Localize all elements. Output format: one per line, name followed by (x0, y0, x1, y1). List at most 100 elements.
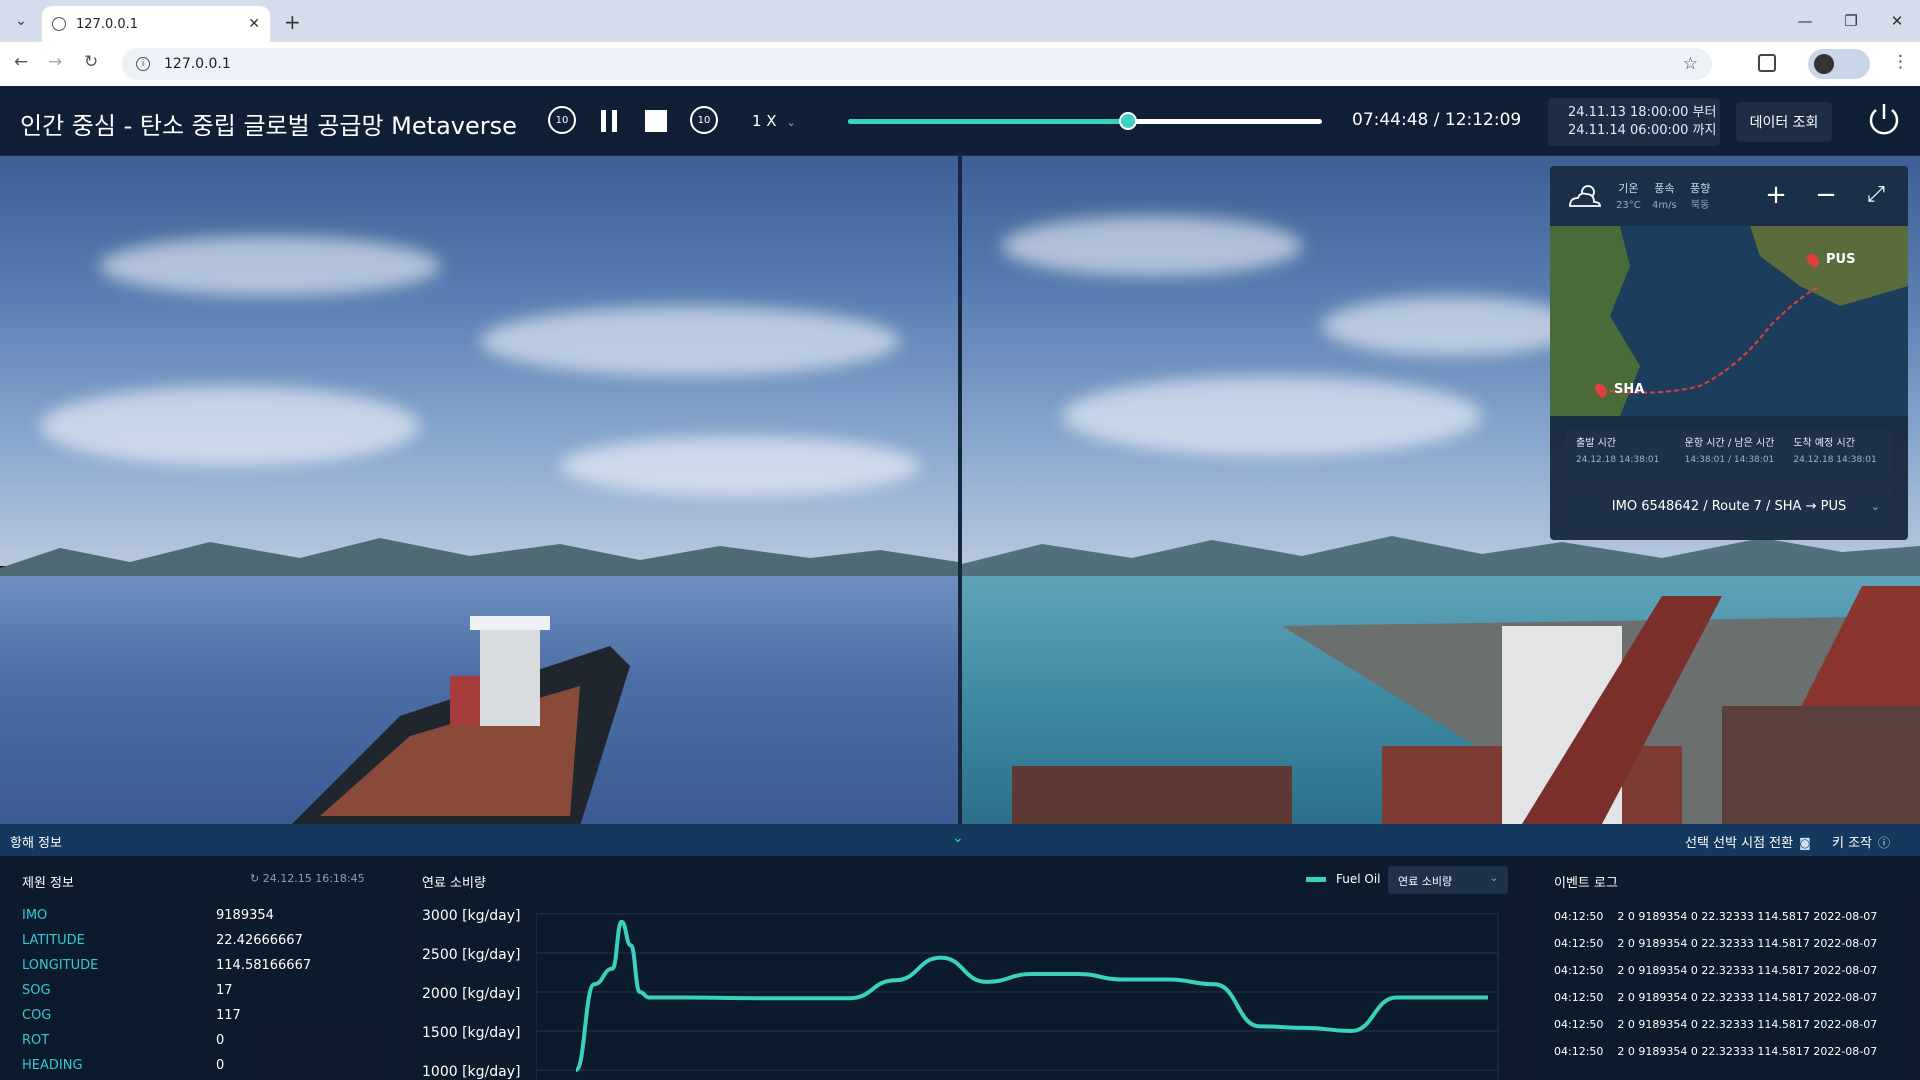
avatar (1814, 54, 1834, 74)
speed-value: 1 X (752, 112, 777, 130)
minimize-button[interactable]: — (1782, 0, 1828, 42)
port-pin-sha[interactable]: SHA (1592, 381, 1644, 398)
legend-swatch (1306, 877, 1326, 882)
close-window-button[interactable]: ✕ (1874, 0, 1920, 42)
collapse-chevron-icon[interactable]: ⌄ (952, 830, 964, 846)
spec-key: LATITUDE (22, 933, 85, 948)
event-text: 2 0 9189354 0 22.32333 114.5817 2022-08-… (1617, 964, 1878, 977)
route-select[interactable]: IMO 6548642 / Route 7 / SHA → PUS ⌄ (1566, 488, 1892, 524)
event-log-row[interactable]: 04:12:50 2 0 9189354 0 22.32333 114.5817 … (1554, 937, 1877, 950)
y-tick-label: 2000 [kg/day] (422, 986, 521, 1002)
weather-temp: 기온 23°C (1616, 182, 1641, 211)
rewind-label: 10 (555, 114, 569, 126)
date-range[interactable]: 24.11.13 18:00:00 부터 24.11.14 06:00:00 까… (1548, 98, 1720, 146)
event-log-row[interactable]: 04:12:50 2 0 9189354 0 22.32333 114.5817 … (1554, 991, 1877, 1004)
forward-button[interactable]: → (48, 52, 62, 72)
switch-view-button[interactable]: 선택 선박 시점 전환 ◙ (1685, 832, 1811, 851)
spec-value: 17 (216, 983, 233, 998)
specs-timestamp[interactable]: ↻ 24.12.15 16:18:45 (250, 872, 365, 885)
reload-button[interactable]: ↻ (84, 52, 98, 72)
spec-key: LONGITUDE (22, 958, 99, 973)
spec-key: HEADING (22, 1058, 83, 1073)
key-control-button[interactable]: 키 조작 ⓘ (1832, 832, 1890, 851)
restore-button[interactable]: ❐ (1828, 0, 1874, 42)
container-ship (292, 616, 630, 824)
playback-slider[interactable] (848, 112, 1322, 130)
route-map[interactable]: PUS SHA (1550, 226, 1908, 416)
stop-icon (645, 110, 667, 132)
pause-button[interactable] (594, 106, 624, 136)
event-log-row[interactable]: 04:12:50 2 0 9189354 0 22.32333 114.5817 … (1554, 964, 1877, 977)
timecode: 07:44:48 / 12:12:09 (1352, 110, 1522, 130)
address-text: 127.0.0.1 (164, 56, 231, 72)
expand-icon[interactable]: ⤢ (1862, 182, 1890, 210)
event-text: 2 0 9189354 0 22.32333 114.5817 2022-08-… (1617, 991, 1878, 1004)
address-bar[interactable]: i 127.0.0.1 ☆ (122, 48, 1712, 80)
tab-search-button[interactable]: ⌄ (8, 8, 34, 34)
specs-panel: 제원 정보 ↻ 24.12.15 16:18:45 IMO 9189354 LATI… (0, 856, 396, 1080)
event-log-row[interactable]: 04:12:50 2 0 9189354 0 22.32333 114.5817 … (1554, 910, 1877, 923)
chart-legend: Fuel Oil (1306, 872, 1381, 886)
data-query-button[interactable]: 데이터 조회 (1736, 102, 1832, 142)
event-log-row[interactable]: 04:12:50 2 0 9189354 0 22.32333 114.5817 … (1554, 1045, 1877, 1058)
pause-icon (601, 110, 606, 132)
spec-value: 117 (216, 1008, 241, 1023)
extensions-icon[interactable] (1758, 54, 1776, 72)
zoom-out-button[interactable]: − (1812, 182, 1840, 210)
event-time: 04:12:50 (1554, 964, 1604, 977)
tab-strip: ⌄ 127.0.0.1 ✕ + — ❐ ✕ (0, 0, 1920, 42)
app: 인간 중심 - 탄소 중립 글로벌 공급망 Metaverse 10 10 1 … (0, 86, 1920, 1080)
profile-button[interactable] (1808, 49, 1870, 79)
chevron-down-icon: ⌄ (1870, 499, 1880, 513)
date-from: 24.11.13 18:00:00 부터 (1568, 105, 1717, 120)
event-log-panel: 이벤트 로그 04:12:50 2 0 9189354 0 22.32333 11… (1540, 856, 1920, 1080)
event-log-row[interactable]: 04:12:50 2 0 9189354 0 22.32333 114.5817 … (1554, 1018, 1877, 1031)
spec-value: 22.42666667 (216, 933, 303, 948)
map-pin-icon (1804, 251, 1822, 268)
spec-value: 9189354 (216, 908, 274, 923)
spec-value: 0 (216, 1058, 225, 1073)
browser-menu-icon[interactable]: ⋮ (1892, 52, 1909, 72)
address-bar-row: ← → ↻ i 127.0.0.1 ☆ ⋮ (0, 42, 1920, 86)
y-tick-label: 3000 [kg/day] (422, 908, 521, 924)
forward-10-button[interactable]: 10 (690, 106, 718, 134)
y-tick-label: 2500 [kg/day] (422, 947, 521, 963)
fuel-line-chart (536, 913, 1499, 1080)
zoom-in-button[interactable]: + (1762, 182, 1790, 210)
spec-key: ROT (22, 1033, 50, 1048)
window-controls: — ❐ ✕ (1782, 0, 1920, 42)
partly-cloudy-icon (1569, 185, 1601, 207)
spec-key: IMO (22, 908, 48, 923)
browser-chrome: ⌄ 127.0.0.1 ✕ + — ❐ ✕ ← → ↻ i 127.0.0.1 … (0, 0, 1920, 86)
event-text: 2 0 9189354 0 22.32333 114.5817 2022-08-… (1617, 1045, 1878, 1058)
fuel-type-select[interactable]: 연료 소비량 ⌄ (1388, 866, 1508, 894)
playback-handle[interactable] (1118, 112, 1137, 130)
spec-value: 0 (216, 1033, 225, 1048)
y-tick-label: 1500 [kg/day] (422, 1025, 521, 1041)
playback-progress (848, 119, 1128, 124)
power-icon[interactable] (1864, 100, 1904, 140)
weather-wind-direction: 풍향 북동 (1690, 182, 1711, 211)
chevron-down-icon: ⌄ (1489, 873, 1498, 884)
voyage-info-label: 항해 정보 (10, 836, 62, 851)
port-pin-pus[interactable]: PUS (1804, 251, 1855, 268)
event-text: 2 0 9189354 0 22.32333 114.5817 2022-08-… (1617, 910, 1878, 923)
elapsed-remaining-time: 운항 시간 / 남은 시간 14:38:01 / 14:38:01 (1684, 438, 1775, 465)
ship-camera-view[interactable] (0, 156, 958, 824)
site-info-icon[interactable]: i (136, 57, 150, 71)
spec-value: 114.58166667 (216, 958, 312, 973)
rewind-10-button[interactable]: 10 (548, 106, 576, 134)
bookmark-star-icon[interactable]: ☆ (1683, 54, 1698, 74)
minimap-panel: 기온 23°C 풍속 4m/s 풍향 북동 + − ⤢ PUS SHA 출발 시간 24… (1550, 166, 1908, 540)
event-text: 2 0 9189354 0 22.32333 114.5817 2022-08-… (1617, 937, 1878, 950)
speed-select[interactable]: 1 X ⌄ (752, 112, 796, 130)
port-terminal (1012, 586, 1920, 824)
tab-title: 127.0.0.1 (76, 16, 139, 32)
close-tab-icon[interactable]: ✕ (248, 16, 260, 32)
browser-tab[interactable]: 127.0.0.1 ✕ (42, 6, 270, 42)
chevron-down-icon: ⌄ (786, 116, 796, 129)
new-tab-button[interactable]: + (284, 10, 301, 34)
fuel-chart-panel: 연료 소비량 Fuel Oil 연료 소비량 ⌄ 3000 [kg/day] 250… (412, 856, 1508, 1080)
stop-button[interactable] (641, 106, 671, 136)
back-button[interactable]: ← (14, 52, 28, 72)
